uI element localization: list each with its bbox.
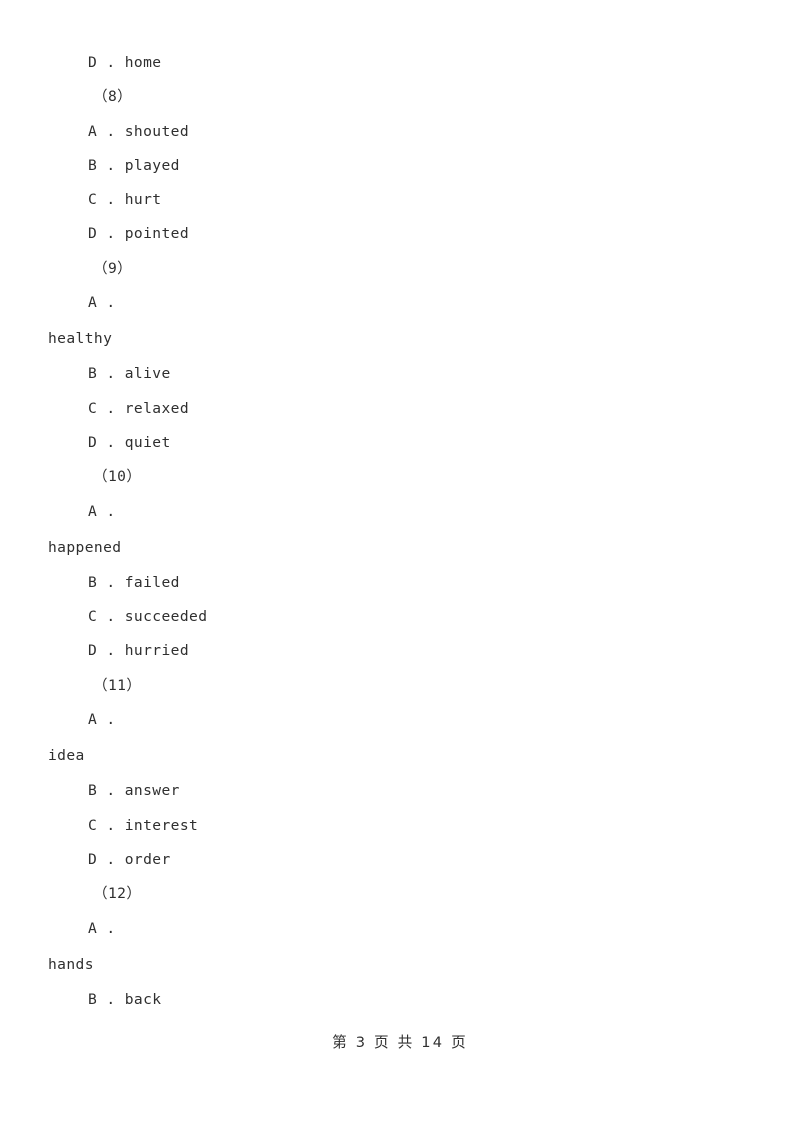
option-letter: A .	[88, 711, 116, 729]
question-number-10: （10）	[93, 468, 142, 486]
question-number-12: （12）	[93, 885, 142, 903]
option-letter: A .	[88, 919, 116, 937]
page-footer: 第 3 页 共 14 页	[332, 1034, 468, 1051]
question-list: D . home （8） A . shouted B . played C . …	[0, 46, 800, 1017]
option-row: D . hurried	[88, 642, 190, 660]
option-row: C . relaxed	[88, 399, 190, 417]
option-row: D . home	[88, 54, 162, 71]
option-row: B . back	[88, 990, 162, 1008]
option-row: B . played	[88, 156, 180, 174]
option-wrapped-word: happened	[48, 538, 122, 556]
option-row: D . quiet	[88, 433, 171, 451]
option-wrapped-word: idea	[48, 747, 85, 765]
option-row: A . shouted	[88, 122, 190, 140]
option-row: B . alive	[88, 365, 171, 383]
option-wrapped-word: healthy	[48, 330, 113, 348]
option-row: C . hurt	[88, 191, 162, 209]
question-number-9: （9）	[93, 259, 133, 277]
option-row: B . answer	[88, 782, 180, 800]
option-letter: A .	[88, 294, 116, 312]
option-row: D . pointed	[88, 225, 190, 243]
option-letter: A .	[88, 502, 116, 520]
question-number-8: （8）	[93, 88, 133, 106]
option-row: B . failed	[88, 573, 180, 591]
question-number-11: （11）	[93, 676, 142, 694]
option-row: D . order	[88, 850, 171, 868]
document-page: D . home （8） A . shouted B . played C . …	[0, 0, 800, 1132]
option-row: C . succeeded	[88, 608, 208, 626]
option-row: C . interest	[88, 816, 199, 834]
option-wrapped-word: hands	[48, 955, 94, 973]
